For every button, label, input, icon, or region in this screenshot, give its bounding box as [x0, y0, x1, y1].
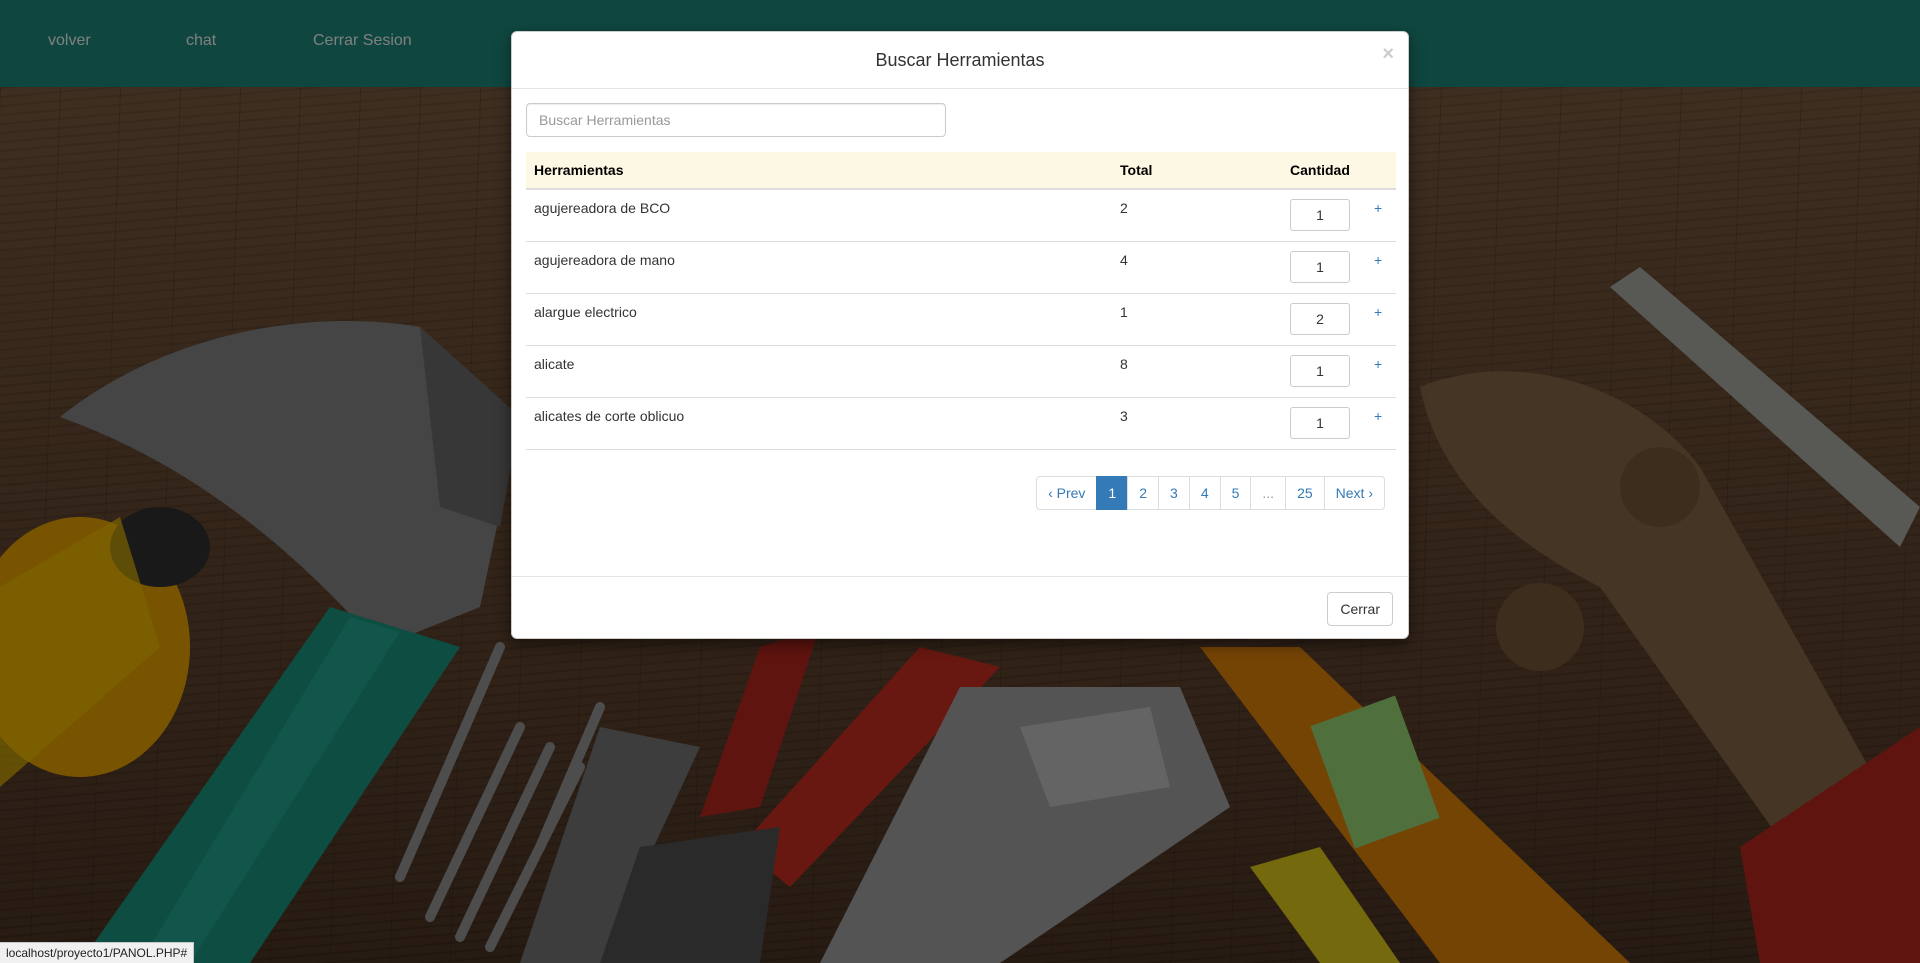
- quantity-input[interactable]: [1290, 251, 1350, 283]
- close-button[interactable]: Cerrar: [1327, 592, 1393, 626]
- column-header-add: [1366, 152, 1396, 190]
- add-icon[interactable]: +: [1374, 408, 1382, 424]
- table-row: agujereadora de mano 4 +: [526, 241, 1396, 294]
- add-cell: +: [1366, 241, 1396, 294]
- add-cell: +: [1366, 293, 1396, 346]
- tool-name: agujereadora de mano: [526, 241, 1112, 294]
- qty-cell: [1282, 241, 1366, 294]
- table-row: alicates de corte oblicuo 3 +: [526, 397, 1396, 450]
- modal-footer: Cerrar: [512, 576, 1408, 640]
- close-icon[interactable]: ×: [1382, 44, 1394, 64]
- pagination-prev[interactable]: ‹ Prev: [1036, 476, 1098, 510]
- table-row: agujereadora de BCO 2 +: [526, 188, 1396, 242]
- tool-name: alicate: [526, 345, 1112, 398]
- quantity-input[interactable]: [1290, 407, 1350, 439]
- browser-status-url: localhost/proyecto1/PANOL.PHP#: [0, 942, 195, 963]
- tool-total: 4: [1112, 241, 1282, 294]
- table-row: alargue electrico 1 +: [526, 293, 1396, 346]
- modal-title: Buscar Herramientas: [875, 50, 1045, 70]
- qty-cell: [1282, 188, 1366, 242]
- add-icon[interactable]: +: [1374, 356, 1382, 372]
- tools-table: Herramientas Total Cantidad agujereadora…: [526, 152, 1396, 450]
- add-cell: +: [1366, 345, 1396, 398]
- pagination-page-25[interactable]: 25: [1285, 476, 1325, 510]
- tool-total: 3: [1112, 397, 1282, 450]
- quantity-input[interactable]: [1290, 303, 1350, 335]
- modal-header: Buscar Herramientas ×: [512, 32, 1408, 89]
- tool-total: 1: [1112, 293, 1282, 346]
- pagination-page-5[interactable]: 5: [1219, 476, 1252, 510]
- tool-name: alicates de corte oblicuo: [526, 397, 1112, 450]
- tool-total: 8: [1112, 345, 1282, 398]
- search-input[interactable]: [526, 103, 946, 137]
- modal-body: Herramientas Total Cantidad agujereadora…: [512, 89, 1408, 576]
- search-tools-modal: Buscar Herramientas × Herramientas Total…: [511, 31, 1409, 639]
- tool-name: agujereadora de BCO: [526, 188, 1112, 242]
- qty-cell: [1282, 397, 1366, 450]
- pagination: ‹ Prev 1 2 3 4 5 ... 25 Next ›: [1036, 476, 1385, 510]
- tool-total: 2: [1112, 188, 1282, 242]
- pagination-page-1[interactable]: 1: [1096, 476, 1129, 510]
- quantity-input[interactable]: [1290, 355, 1350, 387]
- pagination-next[interactable]: Next ›: [1323, 476, 1385, 510]
- pagination-page-4[interactable]: 4: [1188, 476, 1221, 510]
- quantity-input[interactable]: [1290, 199, 1350, 231]
- add-icon[interactable]: +: [1374, 252, 1382, 268]
- pagination-ellipsis: ...: [1250, 476, 1287, 510]
- qty-cell: [1282, 345, 1366, 398]
- add-icon[interactable]: +: [1374, 200, 1382, 216]
- pagination-page-3[interactable]: 3: [1158, 476, 1190, 510]
- tool-name: alargue electrico: [526, 293, 1112, 346]
- qty-cell: [1282, 293, 1366, 346]
- add-cell: +: [1366, 188, 1396, 242]
- table-row: alicate 8 +: [526, 345, 1396, 398]
- column-header-herramientas: Herramientas: [526, 152, 1112, 190]
- column-header-total: Total: [1112, 152, 1282, 190]
- add-icon[interactable]: +: [1374, 304, 1382, 320]
- add-cell: +: [1366, 397, 1396, 450]
- pagination-page-2[interactable]: 2: [1127, 476, 1160, 510]
- table-header-row: Herramientas Total Cantidad: [526, 152, 1396, 190]
- column-header-cantidad: Cantidad: [1282, 152, 1366, 190]
